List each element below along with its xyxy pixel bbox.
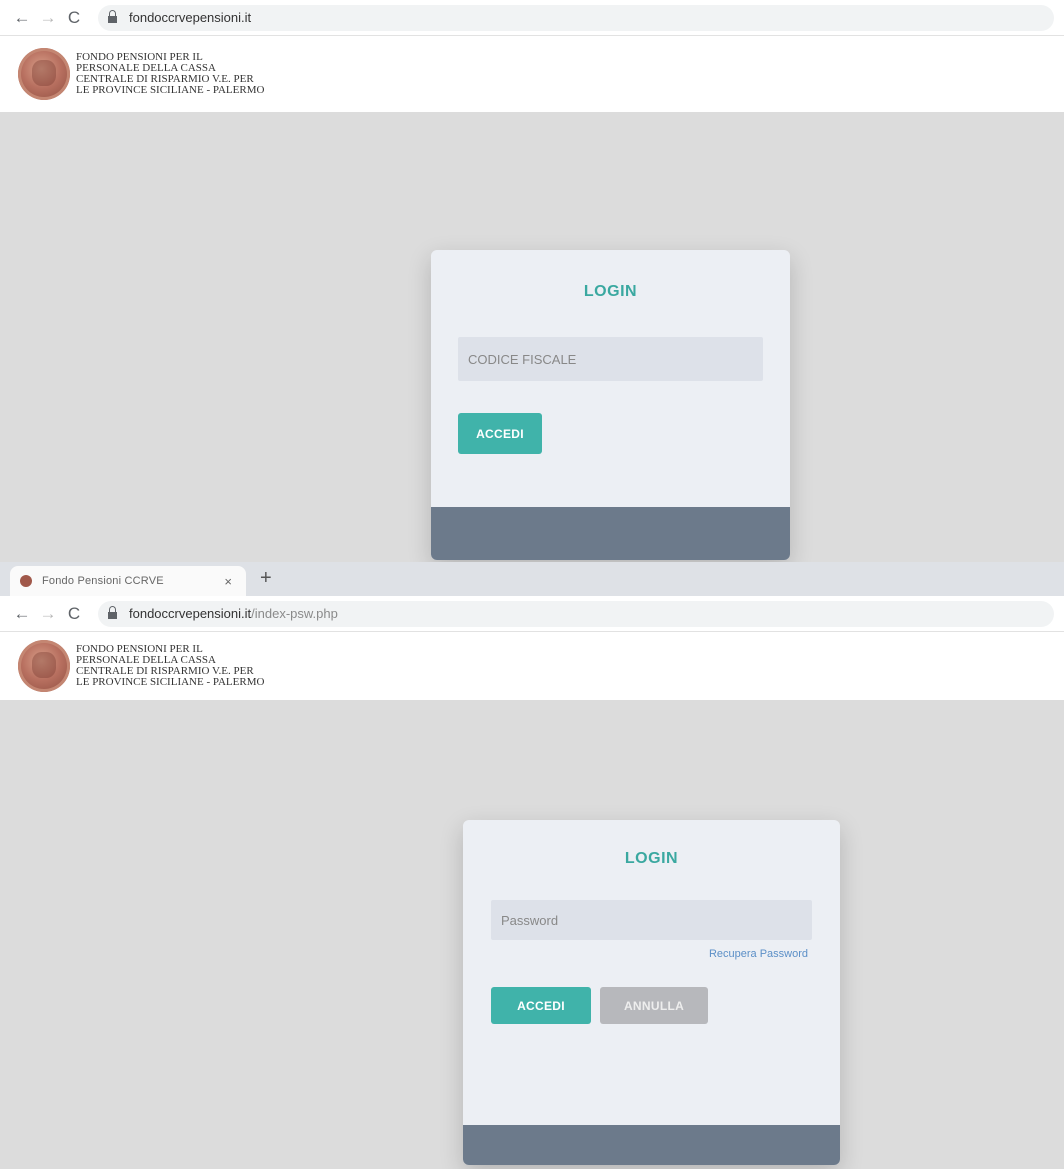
lock-icon	[108, 606, 117, 619]
back-icon[interactable]: ←	[10, 8, 34, 28]
login-card: LOGIN CODICE FISCALE ACCEDI	[431, 250, 790, 560]
reload-icon[interactable]: C	[62, 604, 86, 624]
address-bar: ← → C fondoccrvepensioni.it/index-psw.ph…	[0, 596, 1064, 632]
codice-fiscale-placeholder: CODICE FISCALE	[468, 351, 577, 367]
codice-fiscale-input[interactable]: CODICE FISCALE	[458, 337, 763, 381]
login-card: LOGIN Password Recupera Password ACCEDI …	[463, 820, 840, 1165]
accedi-button[interactable]: ACCEDI	[458, 413, 542, 454]
card-footer	[431, 507, 790, 560]
lock-icon	[108, 10, 117, 23]
tab-bar: Fondo Pensioni CCRVE × +	[0, 562, 1064, 596]
reload-icon[interactable]: C	[62, 8, 86, 28]
address-bar: ← → C fondoccrvepensioni.it	[0, 0, 1064, 36]
tab-active[interactable]: Fondo Pensioni CCRVE ×	[10, 566, 246, 596]
recover-password-link[interactable]: Recupera Password	[709, 948, 808, 960]
favicon-icon	[20, 575, 32, 587]
password-input[interactable]: Password	[491, 900, 812, 940]
back-icon[interactable]: ←	[10, 604, 34, 624]
org-name: FONDO PENSIONI PER IL PERSONALE DELLA CA…	[76, 644, 264, 688]
logo	[18, 48, 70, 100]
url-field[interactable]: fondoccrvepensioni.it/index-psw.php	[98, 600, 1054, 627]
screen-2: Fondo Pensioni CCRVE × + ← → C fondoccrv…	[0, 562, 1064, 1169]
forward-icon[interactable]: →	[36, 604, 60, 624]
site-header: FONDO PENSIONI PER IL PERSONALE DELLA CA…	[0, 36, 1064, 112]
org-name: FONDO PENSIONI PER IL PERSONALE DELLA CA…	[76, 52, 264, 96]
tab-title: Fondo Pensioni CCRVE	[42, 575, 164, 587]
url-path: /index-psw.php	[251, 606, 338, 621]
site-header: FONDO PENSIONI PER IL PERSONALE DELLA CA…	[0, 632, 1064, 700]
annulla-button[interactable]: ANNULLA	[600, 987, 708, 1024]
forward-icon[interactable]: →	[36, 8, 60, 28]
url-text: fondoccrvepensioni.it	[129, 10, 252, 25]
logo	[18, 640, 70, 692]
close-icon[interactable]: ×	[224, 574, 232, 589]
org-line: LE PROVINCE SICILIANE - PALERMO	[76, 84, 265, 96]
org-line: LE PROVINCE SICILIANE - PALERMO	[76, 676, 265, 688]
new-tab-icon[interactable]: +	[260, 567, 272, 590]
screen-1: ← → C fondoccrvepensioni.it FONDO PENSIO…	[0, 0, 1064, 562]
password-placeholder: Password	[501, 912, 559, 928]
card-footer	[463, 1125, 840, 1165]
url-host: fondoccrvepensioni.it	[129, 606, 252, 621]
login-title: LOGIN	[624, 850, 679, 867]
login-title: LOGIN	[583, 283, 638, 300]
url-field[interactable]: fondoccrvepensioni.it	[98, 4, 1054, 31]
accedi-button[interactable]: ACCEDI	[491, 987, 591, 1024]
